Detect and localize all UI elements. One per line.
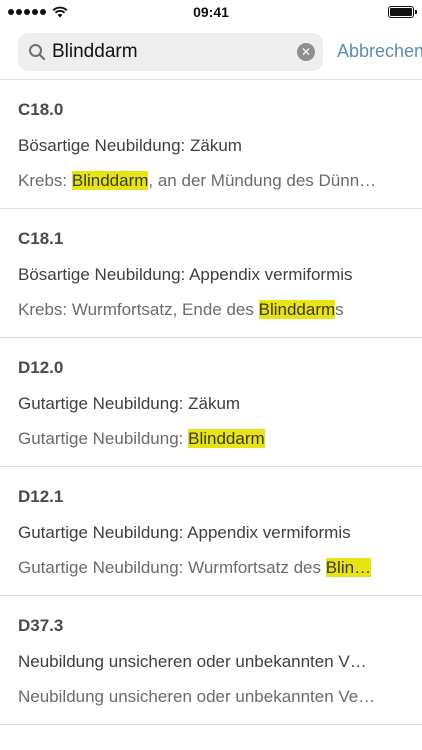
search-input[interactable] (52, 40, 297, 63)
list-item[interactable]: C18.0 Bösartige Neubildung: Zäkum Krebs:… (0, 80, 422, 209)
item-code: D12.1 (18, 487, 64, 506)
search-highlight: Blinddarm (258, 300, 336, 319)
item-description: Neubildung unsicheren oder unbekannten V… (18, 686, 404, 708)
list-item[interactable]: D37.3 Neubildung unsicheren oder unbekan… (0, 596, 422, 725)
wifi-icon (52, 6, 68, 18)
item-title: Bösartige Neubildung: Zäkum (18, 136, 242, 155)
list-item[interactable]: D12.0 Gutartige Neubildung: Zäkum Gutart… (0, 338, 422, 467)
status-bar: 09:41 (0, 0, 422, 24)
item-code: C18.1 (18, 229, 64, 248)
item-title: Gutartige Neubildung: Appendix vermiform… (18, 523, 351, 542)
description-text: Neubildung unsicheren oder unbekannten V… (18, 687, 376, 706)
results-list: C18.0 Bösartige Neubildung: Zäkum Krebs:… (0, 80, 422, 725)
item-code: D37.3 (18, 616, 64, 635)
description-text: Krebs: Wurmfortsatz, Ende des (18, 300, 259, 319)
description-text: s (335, 300, 344, 319)
search-bar: ✕ Abbrechen (0, 24, 422, 80)
item-description: Krebs: Wurmfortsatz, Ende des Blinddarms (18, 299, 404, 321)
item-title: Bösartige Neubildung: Appendix vermiform… (18, 265, 353, 284)
close-icon: ✕ (300, 44, 312, 59)
item-title: Gutartige Neubildung: Zäkum (18, 394, 241, 413)
list-item[interactable]: D12.1 Gutartige Neubildung: Appendix ver… (0, 467, 422, 596)
search-highlight: Blinddarm (71, 171, 149, 190)
cancel-button[interactable]: Abbrechen (337, 41, 422, 62)
description-text: Gutartige Neubildung: Wurmfortsatz des (18, 558, 326, 577)
battery-icon (388, 6, 417, 18)
item-code: D12.0 (18, 358, 64, 377)
item-description: Gutartige Neubildung: Wurmfortsatz des B… (18, 557, 404, 579)
description-text: Gutartige Neubildung: (18, 429, 189, 448)
search-icon (29, 43, 46, 60)
item-code: C18.0 (18, 100, 64, 119)
search-highlight: Blinddarm (188, 429, 265, 448)
search-highlight: Blin… (325, 558, 372, 577)
description-text: Krebs: (18, 171, 72, 190)
item-description: Gutartige Neubildung: Blinddarm (18, 428, 404, 450)
search-field[interactable]: ✕ (18, 32, 323, 71)
list-item[interactable]: C18.1 Bösartige Neubildung: Appendix ver… (0, 209, 422, 338)
item-description: Krebs: Blinddarm, an der Mündung des Dün… (18, 170, 404, 192)
status-left (8, 6, 68, 18)
item-title: Neubildung unsicheren oder unbekannten V… (18, 652, 367, 671)
description-text: , an der Mündung des Dünn… (148, 171, 377, 190)
clear-search-button[interactable]: ✕ (297, 42, 315, 61)
signal-icon (8, 9, 46, 15)
